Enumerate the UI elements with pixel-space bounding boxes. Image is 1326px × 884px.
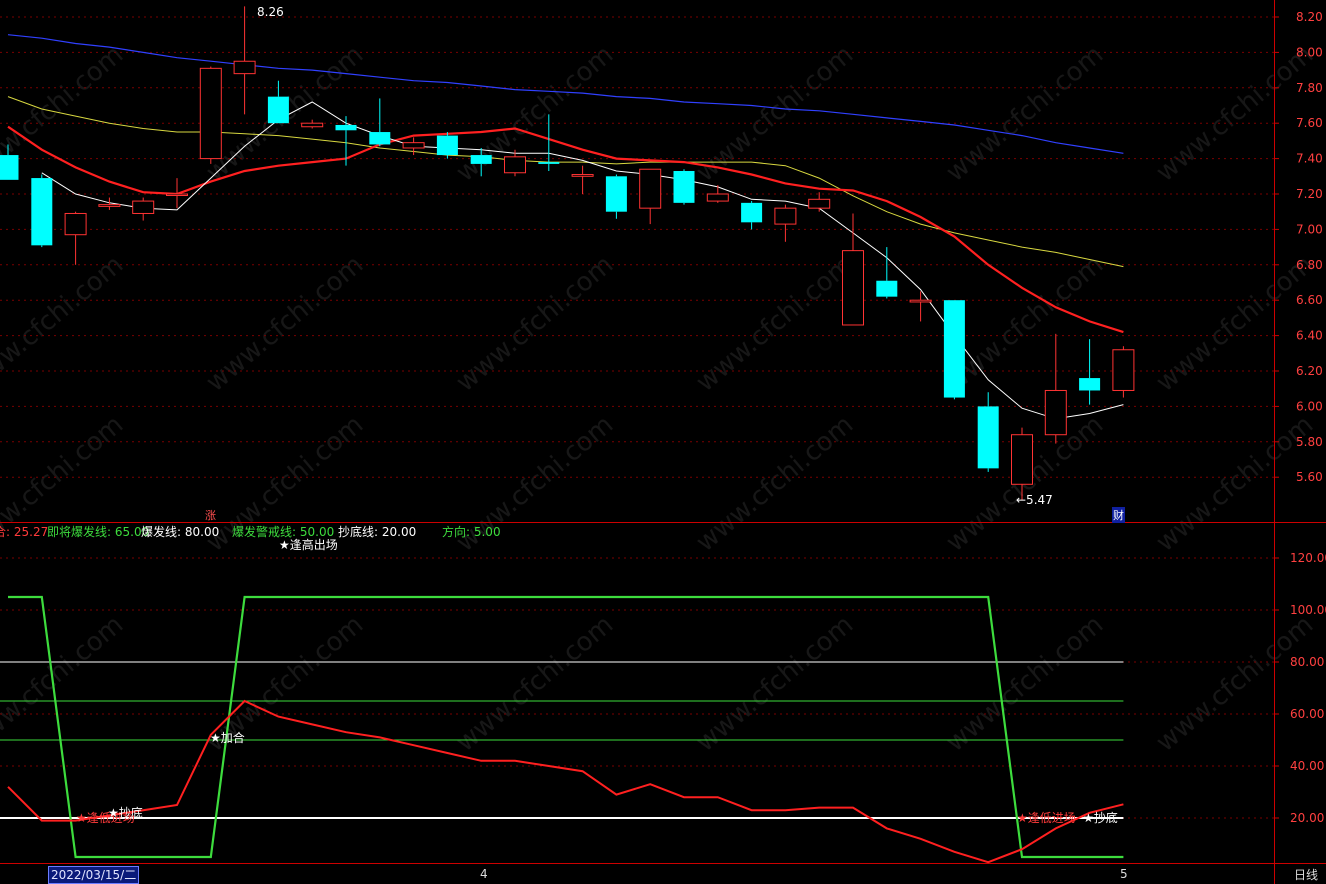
watermark-text: www.cfchi.com — [451, 250, 620, 398]
time-axis-end-label: 5 — [1120, 867, 1128, 881]
indicator-tick-label: 100.00 — [1290, 603, 1326, 617]
watermark-text: www.cfchi.com — [1151, 40, 1320, 188]
watermark-text: www.cfchi.com — [1151, 250, 1320, 398]
candle-body-down — [605, 176, 627, 212]
high-price-label: 8.26 — [257, 5, 284, 19]
watermark-text: www.cfchi.com — [941, 610, 1110, 758]
watermark-text: www.cfchi.com — [451, 40, 620, 188]
watermark-text: www.cfchi.com — [691, 610, 860, 758]
candle-body-down — [977, 406, 999, 469]
candle-body-down — [470, 155, 492, 164]
candle-body-up — [909, 299, 932, 303]
price-tick-label: 7.80 — [1296, 81, 1323, 95]
signal-jiahe: ★加合 — [210, 730, 245, 745]
candle-body-up — [301, 122, 324, 128]
watermark-text: www.cfchi.com — [1151, 610, 1320, 758]
candle-body-up — [571, 174, 594, 177]
watermark-text: www.cfchi.com — [1151, 410, 1320, 558]
watermark-text: www.cfchi.com — [941, 40, 1110, 188]
candle-body-up — [1112, 349, 1135, 391]
candle-body-up — [1011, 434, 1033, 485]
candle-body-up — [639, 168, 662, 209]
legend-item: 方向: 5.00 — [442, 525, 501, 539]
low-price-label: ←5.47 — [1016, 493, 1053, 507]
candle-body-down — [0, 155, 19, 180]
badge-zhang[interactable]: 涨 — [205, 507, 216, 523]
candle-body-up — [1044, 389, 1067, 436]
candle-body-down — [876, 280, 898, 297]
candle-body-up — [64, 212, 87, 236]
watermark-text: www.cfchi.com — [0, 250, 129, 398]
candle-body-down — [335, 124, 357, 131]
candle-body-up — [808, 198, 831, 209]
time-axis-mid-label: 4 — [480, 867, 488, 881]
indicator-tick-label: 60.00 — [1290, 707, 1324, 721]
candle-body-down — [436, 135, 458, 156]
signal-chaodi-right: ★抄底 — [1083, 810, 1118, 825]
price-tick-label: 5.80 — [1296, 435, 1323, 449]
signal-lowbuy-right: ★逢低进场 — [1017, 811, 1076, 825]
period-label[interactable]: 日线 — [1294, 866, 1318, 883]
watermark-text: www.cfchi.com — [691, 250, 860, 398]
price-tick-label: 7.20 — [1296, 187, 1323, 201]
candle-body-down — [31, 178, 53, 246]
price-tick-label: 8.00 — [1296, 45, 1323, 59]
candle-body-up — [774, 207, 797, 225]
price-annotations: 8.26 ←5.47 — [257, 5, 1053, 507]
watermark-text: www.cfchi.com — [691, 410, 860, 558]
cursor-date: 2022/03/15/二 — [48, 866, 140, 884]
candle-body-up — [166, 193, 188, 196]
watermark-text: www.cfchi.com — [0, 610, 129, 758]
indicator-tick-label: 120.00 — [1290, 551, 1326, 565]
candle-body-down — [267, 96, 289, 124]
stock-chart: www.cfchi.com www.cfchi.com www.cfchi.com w… — [0, 0, 1326, 884]
candle-body-up — [504, 156, 526, 174]
price-tick-label: 7.40 — [1296, 152, 1323, 166]
legend-item: 合: 25.27 — [0, 525, 49, 539]
candle-body-up — [98, 204, 121, 207]
legend-item: 爆发线: 80.00 — [141, 525, 220, 539]
candle-body-down — [1079, 378, 1101, 391]
watermark-text: www.cfchi.com — [691, 40, 860, 188]
legend-item: 即将爆发线: 65.00 — [47, 525, 150, 539]
price-tick-label: 6.80 — [1296, 258, 1323, 272]
candle-body-down — [673, 170, 695, 203]
time-axis: 4 5 — [480, 867, 1128, 881]
indicator-tick-label: 80.00 — [1290, 655, 1324, 669]
legend-item: 爆发警戒线: 50.00 — [232, 525, 335, 539]
candle-body-up — [233, 60, 256, 75]
price-tick-label: 5.60 — [1296, 470, 1323, 484]
candle-body-down — [369, 132, 391, 145]
price-tick-label: 6.40 — [1296, 329, 1323, 343]
price-tick-label: 6.60 — [1296, 293, 1323, 307]
indicator-tick-label: 40.00 — [1290, 759, 1324, 773]
candle-body-down — [741, 202, 763, 223]
price-tick-label: 7.60 — [1296, 116, 1323, 130]
candle-body-up — [132, 200, 155, 214]
watermark-layer: www.cfchi.com www.cfchi.com www.cfchi.com w… — [0, 40, 1319, 758]
badge-cai[interactable]: 财 — [1112, 507, 1125, 523]
price-tick-label: 6.00 — [1296, 399, 1323, 413]
price-tick-label: 8.20 — [1296, 10, 1323, 24]
indicator-tick-label: 20.00 — [1290, 811, 1324, 825]
candle-body-up — [842, 250, 864, 326]
candle-body-up — [706, 193, 729, 202]
candle-body-up — [402, 142, 425, 149]
price-tick-label: 6.20 — [1296, 364, 1323, 378]
indicator-axis: 120.00 100.00 80.00 60.00 40.00 20.00 — [1274, 551, 1326, 825]
candle-body-up — [199, 67, 222, 160]
signal-chaodi-left: ★抄底 — [108, 805, 143, 820]
legend-item: 抄底线: 20.00 — [338, 525, 417, 539]
watermark-text: www.cfchi.com — [941, 250, 1110, 398]
watermark-text: www.cfchi.com — [451, 610, 620, 758]
watermark-text: www.cfchi.com — [201, 250, 370, 398]
price-tick-label: 7.00 — [1296, 222, 1323, 236]
candle-body-down — [943, 300, 965, 398]
candle-body-down — [538, 162, 560, 164]
